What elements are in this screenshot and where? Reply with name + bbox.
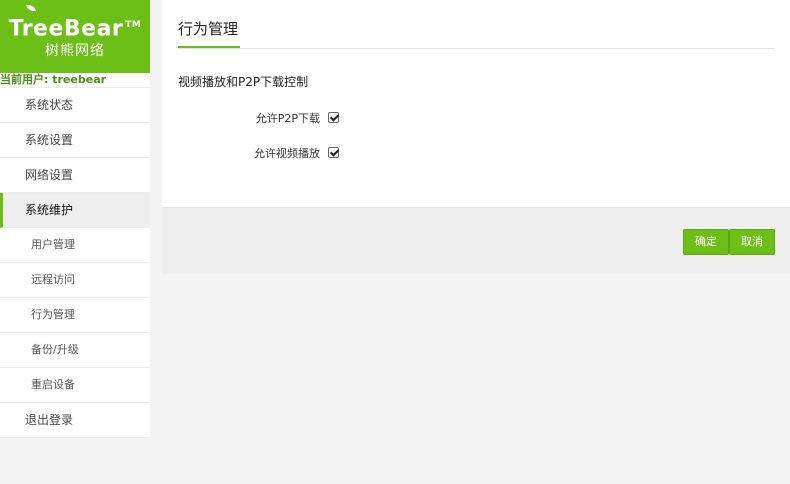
- checkbox-video-playback[interactable]: [328, 147, 339, 158]
- sidebar-item-behavior-management[interactable]: 行为管理: [0, 298, 150, 333]
- current-user-label: 当前用户:: [0, 73, 49, 86]
- sidebar-item-system-settings[interactable]: 系统设置: [0, 123, 150, 158]
- logo-subtitle: 树熊网络: [45, 43, 105, 60]
- sidebar-item-remote-access[interactable]: 远程访问: [0, 263, 150, 298]
- sidebar-item-system-maintenance[interactable]: 系统维护: [0, 193, 150, 228]
- current-user: 当前用户: treebear: [0, 73, 150, 88]
- sidebar: TreeBear TM 树熊网络 当前用户: treebear 系统状态 系统设置…: [0, 0, 150, 484]
- action-bar: 确定 取消: [162, 208, 790, 274]
- cancel-button[interactable]: 取消: [729, 229, 775, 255]
- sidebar-item-user-management[interactable]: 用户管理: [0, 228, 150, 263]
- sidebar-item-system-status[interactable]: 系统状态: [0, 88, 150, 123]
- logo-trademark: TM: [125, 19, 142, 30]
- checkbox-p2p-download[interactable]: [328, 112, 339, 123]
- main-panel: 行为管理 视频播放和P2P下载控制 允许P2P下载 允许视频播放 确定 取消: [162, 0, 790, 274]
- sidebar-item-reboot-device[interactable]: 重启设备: [0, 368, 150, 403]
- sidebar-menu: 系统状态 系统设置 网络设置 系统维护 用户管理 远程访问 行为管理 备份/升级…: [0, 88, 150, 438]
- option-label-video: 允许视频播放: [254, 147, 320, 160]
- sidebar-item-network-settings[interactable]: 网络设置: [0, 158, 150, 193]
- confirm-button[interactable]: 确定: [683, 229, 729, 255]
- logo: TreeBear TM 树熊网络: [0, 0, 150, 73]
- content-card: 行为管理 视频播放和P2P下载控制 允许P2P下载 允许视频播放: [162, 0, 790, 208]
- current-user-value: treebear: [52, 73, 107, 86]
- form-area: 允许P2P下载 允许视频播放: [162, 0, 790, 208]
- logo-brand-text: TreeBear: [8, 16, 124, 42]
- logo-brand: TreeBear TM: [8, 2, 142, 42]
- sidebar-item-backup-upgrade[interactable]: 备份/升级: [0, 333, 150, 368]
- option-label-p2p: 允许P2P下载: [255, 112, 320, 125]
- sidebar-item-logout[interactable]: 退出登录: [0, 403, 150, 438]
- leaf-icon: [25, 2, 36, 13]
